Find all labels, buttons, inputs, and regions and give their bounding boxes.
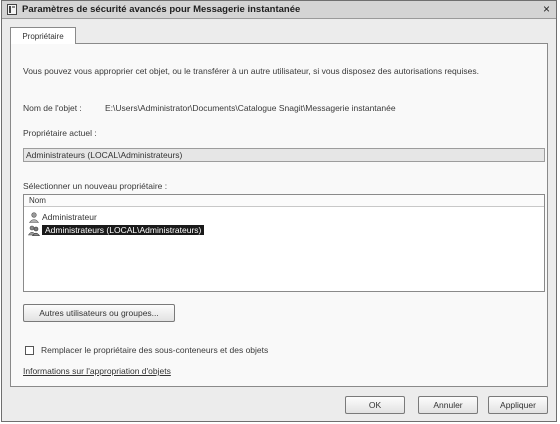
current-owner-field: Administrateurs (LOCAL\Administrateurs)	[23, 148, 545, 162]
cancel-button[interactable]: Annuler	[418, 396, 478, 414]
list-item[interactable]: Administrateur	[28, 211, 97, 223]
object-name-value: E:\Users\Administrator\Documents\Catalog…	[105, 103, 396, 113]
list-item-label: Administrateurs (LOCAL\Administrateurs)	[42, 225, 205, 235]
list-item[interactable]: Administrateurs (LOCAL\Administrateurs)	[28, 224, 205, 236]
column-header-nom[interactable]: Nom	[24, 195, 544, 207]
title-bar[interactable]: Paramètres de sécurité avancés pour Mess…	[2, 1, 556, 19]
close-icon[interactable]: ×	[543, 2, 550, 16]
intro-text: Vous pouvez vous approprier cet objet, o…	[23, 66, 479, 76]
other-users-button[interactable]: Autres utilisateurs ou groupes...	[23, 304, 175, 322]
tab-proprietaire[interactable]: Propriétaire	[10, 27, 76, 44]
info-link[interactable]: Informations sur l'appropriation d'objet…	[23, 366, 171, 376]
group-icon	[28, 225, 40, 236]
owner-listbox[interactable]: Nom Administrateur Administrateurs (LOCA…	[23, 194, 545, 292]
list-item-label: Administrateur	[42, 212, 97, 222]
security-icon	[7, 4, 17, 15]
ok-button[interactable]: OK	[345, 396, 405, 414]
current-owner-label: Propriétaire actuel :	[23, 128, 97, 138]
owner-panel: Vous pouvez vous approprier cet objet, o…	[10, 43, 548, 387]
object-name-label: Nom de l'objet :	[23, 103, 82, 113]
replace-owner-checkbox[interactable]	[25, 346, 34, 355]
window-title: Paramètres de sécurité avancés pour Mess…	[22, 4, 301, 15]
apply-button[interactable]: Appliquer	[488, 396, 548, 414]
user-icon	[28, 211, 40, 223]
replace-owner-label: Remplacer le propriétaire des sous-conte…	[41, 345, 269, 355]
dialog-window: Paramètres de sécurité avancés pour Mess…	[1, 0, 557, 422]
new-owner-label: Sélectionner un nouveau propriétaire :	[23, 181, 168, 191]
